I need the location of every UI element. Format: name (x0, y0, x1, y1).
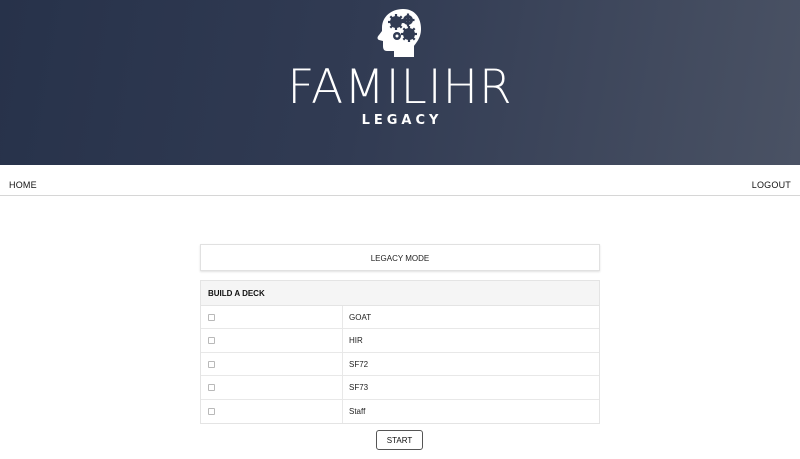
brand-subtitle: LEGACY (361, 113, 443, 128)
deck-option-row: SF72 (201, 352, 599, 377)
deck-option-label: SF72 (349, 359, 369, 369)
deck-option-label: SF73 (349, 383, 369, 393)
deck-option-checkbox-staff[interactable] (208, 407, 215, 415)
start-button[interactable]: START (376, 430, 423, 450)
brain-gears-icon (377, 9, 421, 57)
deck-option-label: Staff (349, 406, 366, 416)
mode-banner: LEGACY MODE (200, 244, 600, 271)
deck-option-checkbox-hir[interactable] (208, 337, 215, 345)
deck-option-row: Staff (201, 399, 599, 423)
deck-option-row: GOAT (201, 306, 599, 330)
build-deck-table: BUILD A DECK GOAT HIR SF72 SF73 Staff (200, 280, 600, 424)
deck-option-label: GOAT (349, 313, 372, 322)
deck-option-checkbox-goat[interactable] (208, 314, 215, 321)
deck-option-label: HIR (349, 336, 363, 346)
logout-link[interactable]: LOGOUT (752, 180, 791, 190)
home-link[interactable]: HOME (9, 180, 37, 190)
deck-option-checkbox-sf73[interactable] (208, 384, 215, 392)
deck-option-checkbox-sf72[interactable] (208, 360, 215, 368)
deck-option-row: SF73 (201, 376, 599, 400)
deck-option-row: HIR (201, 329, 599, 353)
header-banner: FAMILIHR LEGACY (0, 0, 800, 165)
top-nav: HOME LOGOUT (0, 165, 800, 196)
build-deck-heading: BUILD A DECK (201, 281, 599, 306)
brand-title: FAMILIHR (287, 60, 513, 115)
